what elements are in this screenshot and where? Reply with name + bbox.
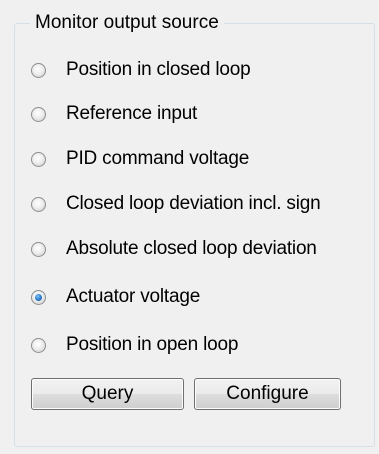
radio-reference-input[interactable]: Reference input	[31, 100, 197, 128]
group-title: Monitor output source	[30, 12, 224, 34]
radio-button-icon[interactable]	[31, 241, 46, 257]
radio-label: Position in open loop	[66, 334, 239, 355]
radio-button-icon[interactable]	[31, 337, 46, 353]
radio-absolute-closed-loop-deviation[interactable]: Absolute closed loop deviation	[31, 235, 317, 263]
radio-label: Actuator voltage	[66, 286, 201, 307]
radio-position-closed-loop[interactable]: Position in closed loop	[31, 56, 251, 84]
radio-label: PID command voltage	[66, 148, 250, 169]
monitor-output-panel: Monitor output source Position in closed…	[0, 0, 379, 454]
radio-actuator-voltage[interactable]: Actuator voltage	[31, 283, 200, 311]
radio-position-open-loop[interactable]: Position in open loop	[31, 331, 238, 359]
radio-button-icon[interactable]	[31, 106, 46, 122]
radio-label: Absolute closed loop deviation	[66, 238, 317, 259]
radio-closed-loop-deviation-sign[interactable]: Closed loop deviation incl. sign	[31, 190, 321, 218]
radio-label: Closed loop deviation incl. sign	[66, 193, 321, 214]
configure-button[interactable]: Configure	[194, 378, 341, 410]
radio-button-icon[interactable]	[31, 196, 46, 212]
radio-button-icon[interactable]	[31, 151, 46, 167]
radio-button-icon[interactable]	[31, 62, 46, 78]
radio-pid-command-voltage[interactable]: PID command voltage	[31, 145, 249, 173]
radio-button-checked-icon[interactable]	[31, 289, 46, 305]
query-button[interactable]: Query	[31, 378, 184, 410]
radio-label: Position in closed loop	[66, 59, 251, 80]
radio-label: Reference input	[66, 103, 198, 124]
